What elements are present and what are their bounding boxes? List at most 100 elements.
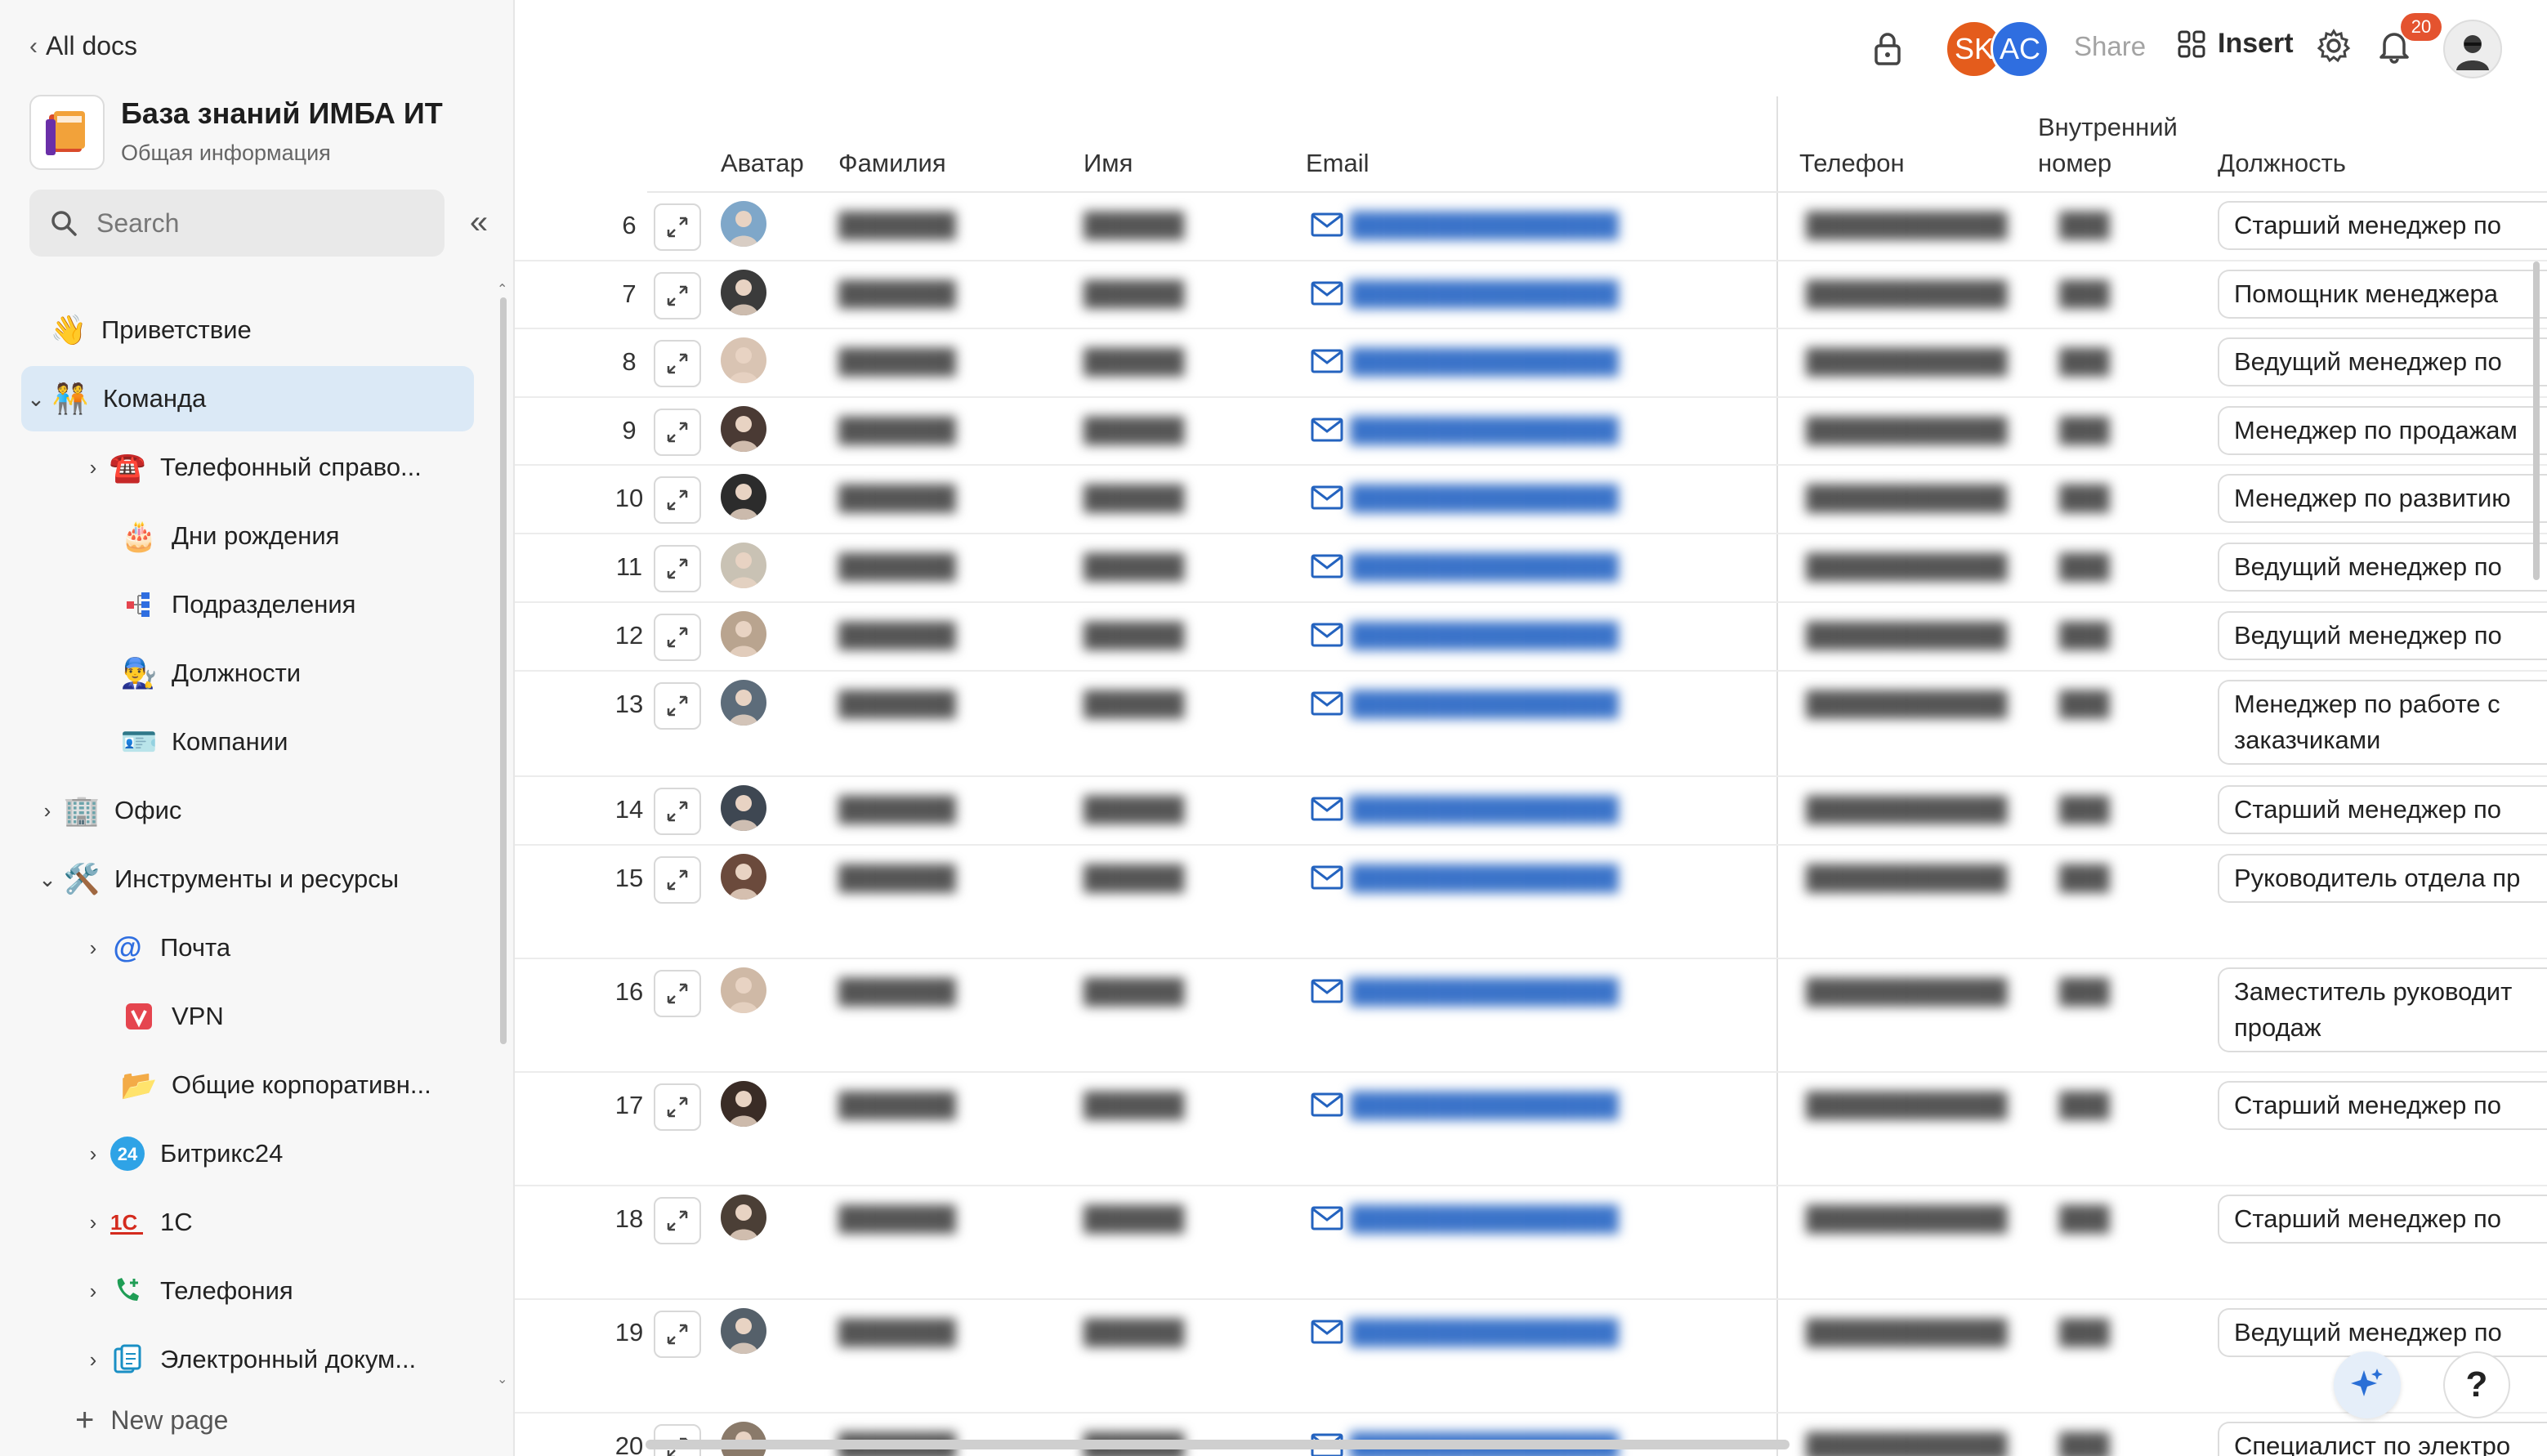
expand-row-button[interactable] bbox=[654, 682, 701, 730]
sidebar-item-positions[interactable]: 👨‍🔧 Должности bbox=[119, 641, 471, 706]
chevron-down-icon[interactable]: ⌄ bbox=[21, 386, 51, 412]
sidebar-item-team[interactable]: ⌄ 🧑‍🤝‍🧑 Команда bbox=[21, 366, 474, 431]
email-cell[interactable]: ████████████████ bbox=[1350, 349, 1619, 376]
mail-icon[interactable] bbox=[1311, 797, 1343, 825]
expand-row-button[interactable] bbox=[654, 1311, 701, 1358]
table-row[interactable]: 16 ███████ ██████ ████████████████ █████████… bbox=[515, 959, 2547, 1073]
mail-icon[interactable] bbox=[1311, 349, 1343, 377]
chevron-right-icon[interactable]: › bbox=[33, 798, 62, 824]
sidebar-item-mail[interactable]: › @ Почта bbox=[78, 915, 471, 980]
mail-icon[interactable] bbox=[1311, 212, 1343, 241]
column-header-phone[interactable]: Телефон bbox=[1799, 145, 1905, 181]
mail-icon[interactable] bbox=[1311, 554, 1343, 583]
email-cell[interactable]: ████████████████ bbox=[1350, 797, 1619, 824]
email-cell[interactable]: ████████████████ bbox=[1350, 418, 1619, 444]
column-header-email[interactable]: Email bbox=[1306, 145, 1370, 181]
mail-icon[interactable] bbox=[1311, 979, 1343, 1007]
chevron-right-icon[interactable]: › bbox=[78, 936, 108, 961]
position-tag[interactable]: Специалист по электро bbox=[2218, 1422, 2547, 1456]
sidebar-item-birthdays[interactable]: 🎂 Дни рождения bbox=[119, 503, 471, 569]
all-docs-link[interactable]: ‹ All docs bbox=[29, 31, 137, 61]
email-cell[interactable]: ████████████████ bbox=[1350, 281, 1619, 308]
position-tag[interactable]: Ведущий менеджер по bbox=[2218, 1308, 2547, 1357]
table-row[interactable]: 12 ███████ ██████ ████████████████ █████████… bbox=[515, 603, 2547, 672]
email-cell[interactable]: ████████████████ bbox=[1350, 979, 1619, 1006]
table-row[interactable]: 19 ███████ ██████ ████████████████ █████████… bbox=[515, 1300, 2547, 1414]
position-tag[interactable]: Старший менеджер по bbox=[2218, 1081, 2547, 1130]
mail-icon[interactable] bbox=[1311, 1206, 1343, 1235]
table-row[interactable]: 15 ███████ ██████ ████████████████ █████████… bbox=[515, 846, 2547, 959]
email-cell[interactable]: ████████████████ bbox=[1350, 865, 1619, 892]
column-header-lastname[interactable]: Фамилия bbox=[838, 145, 946, 181]
share-button[interactable]: Share bbox=[2074, 31, 2146, 62]
email-cell[interactable]: ████████████████ bbox=[1350, 1320, 1619, 1347]
email-cell[interactable]: ████████████████ bbox=[1350, 1092, 1619, 1119]
sidebar-item-corporate[interactable]: 📂 Общие корпоративн... bbox=[119, 1052, 471, 1118]
expand-row-button[interactable] bbox=[654, 272, 701, 319]
position-tag[interactable]: Менеджер по продажам bbox=[2218, 406, 2547, 455]
table-row[interactable]: 7 ███████ ██████ ████████████████ ██████████… bbox=[515, 261, 2547, 329]
sidebar-item-phonebook[interactable]: › ☎️ Телефонный справо... bbox=[78, 435, 471, 500]
table-row[interactable]: 20██████████████████████████████████████… bbox=[515, 1414, 2547, 1456]
avatar[interactable]: AC bbox=[1991, 20, 2049, 78]
position-tag[interactable]: Старший менеджер по bbox=[2218, 1195, 2547, 1244]
mail-icon[interactable] bbox=[1311, 623, 1343, 651]
sidebar-item-office[interactable]: › 🏢 Офис bbox=[33, 778, 474, 843]
sidebar-item-telephony[interactable]: › Телефония bbox=[78, 1258, 471, 1324]
sidebar-item-greeting[interactable]: 👋 Приветствие bbox=[49, 297, 474, 363]
mail-icon[interactable] bbox=[1311, 865, 1343, 894]
sidebar-item-1c[interactable]: › 1C 1С bbox=[78, 1190, 471, 1255]
chevron-right-icon[interactable]: › bbox=[78, 1347, 108, 1373]
expand-row-button[interactable] bbox=[654, 545, 701, 592]
user-avatar[interactable] bbox=[2443, 20, 2502, 78]
sidebar-item-bitrix24[interactable]: › 24 Битрикс24 bbox=[78, 1121, 471, 1186]
chevron-right-icon[interactable]: › bbox=[78, 455, 108, 480]
expand-row-button[interactable] bbox=[654, 1197, 701, 1244]
table-row[interactable]: 13 ███████ ██████ ████████████████ █████████… bbox=[515, 672, 2547, 777]
position-tag[interactable]: Ведущий менеджер по bbox=[2218, 337, 2547, 386]
position-tag[interactable]: Старший менеджер по bbox=[2218, 201, 2547, 250]
search-box[interactable] bbox=[29, 190, 445, 257]
mail-icon[interactable] bbox=[1311, 691, 1343, 720]
expand-row-button[interactable] bbox=[654, 788, 701, 835]
table-row[interactable]: 9 ███████ ██████ ████████████████ ██████████… bbox=[515, 398, 2547, 466]
email-cell[interactable]: ████████████████ bbox=[1350, 1206, 1619, 1233]
table-row[interactable]: 18 ███████ ██████ ████████████████ █████████… bbox=[515, 1186, 2547, 1300]
expand-row-button[interactable] bbox=[654, 476, 701, 524]
expand-row-button[interactable] bbox=[654, 614, 701, 661]
position-tag[interactable]: Заместитель руководит продаж bbox=[2218, 967, 2547, 1052]
mail-icon[interactable] bbox=[1311, 485, 1343, 514]
column-header-firstname[interactable]: Имя bbox=[1084, 145, 1133, 181]
table-row[interactable]: 10 ███████ ██████ ████████████████ █████████… bbox=[515, 466, 2547, 534]
table-scrollbar[interactable] bbox=[2533, 261, 2540, 580]
expand-row-button[interactable] bbox=[654, 1083, 701, 1131]
sidebar-item-companies[interactable]: 🪪 Компании bbox=[119, 709, 471, 775]
ai-assistant-button[interactable] bbox=[2334, 1351, 2401, 1418]
column-header-extension[interactable]: Внутренний номер bbox=[2038, 109, 2178, 181]
position-tag[interactable]: Ведущий менеджер по bbox=[2218, 543, 2547, 592]
email-cell[interactable]: ████████████████ bbox=[1350, 691, 1619, 718]
column-header-position[interactable]: Должность bbox=[2218, 145, 2346, 181]
position-tag[interactable]: Руководитель отдела пр bbox=[2218, 854, 2547, 903]
chevron-down-icon[interactable]: ⌄ bbox=[33, 867, 62, 892]
email-cell[interactable]: ████████████████ bbox=[1350, 485, 1619, 512]
position-tag[interactable]: Менеджер по работе с заказчиками bbox=[2218, 680, 2547, 765]
expand-row-button[interactable] bbox=[654, 856, 701, 904]
chevron-right-icon[interactable]: › bbox=[78, 1279, 108, 1304]
collapse-sidebar-icon[interactable]: « bbox=[462, 204, 495, 240]
expand-row-button[interactable] bbox=[654, 409, 701, 456]
search-input[interactable] bbox=[96, 208, 407, 239]
email-cell[interactable]: ████████████████ bbox=[1350, 623, 1619, 650]
insert-button[interactable]: Insert bbox=[2177, 28, 2294, 60]
mail-icon[interactable] bbox=[1311, 418, 1343, 446]
help-button[interactable]: ? bbox=[2443, 1351, 2510, 1418]
table-row[interactable]: 6 ███████ ██████ ████████████████ ██████████… bbox=[515, 193, 2547, 261]
sidebar-scrollbar[interactable] bbox=[500, 297, 507, 1044]
position-tag[interactable]: Старший менеджер по bbox=[2218, 785, 2547, 834]
email-cell[interactable]: ████████████████ bbox=[1350, 554, 1619, 581]
scroll-down-icon[interactable]: ⌄ bbox=[497, 1371, 507, 1387]
collaborator-avatars[interactable]: SK AC bbox=[1945, 20, 2049, 78]
expand-row-button[interactable] bbox=[654, 970, 701, 1017]
table-row[interactable]: 17 ███████ ██████ ████████████████ █████████… bbox=[515, 1073, 2547, 1186]
mail-icon[interactable] bbox=[1311, 1092, 1343, 1121]
